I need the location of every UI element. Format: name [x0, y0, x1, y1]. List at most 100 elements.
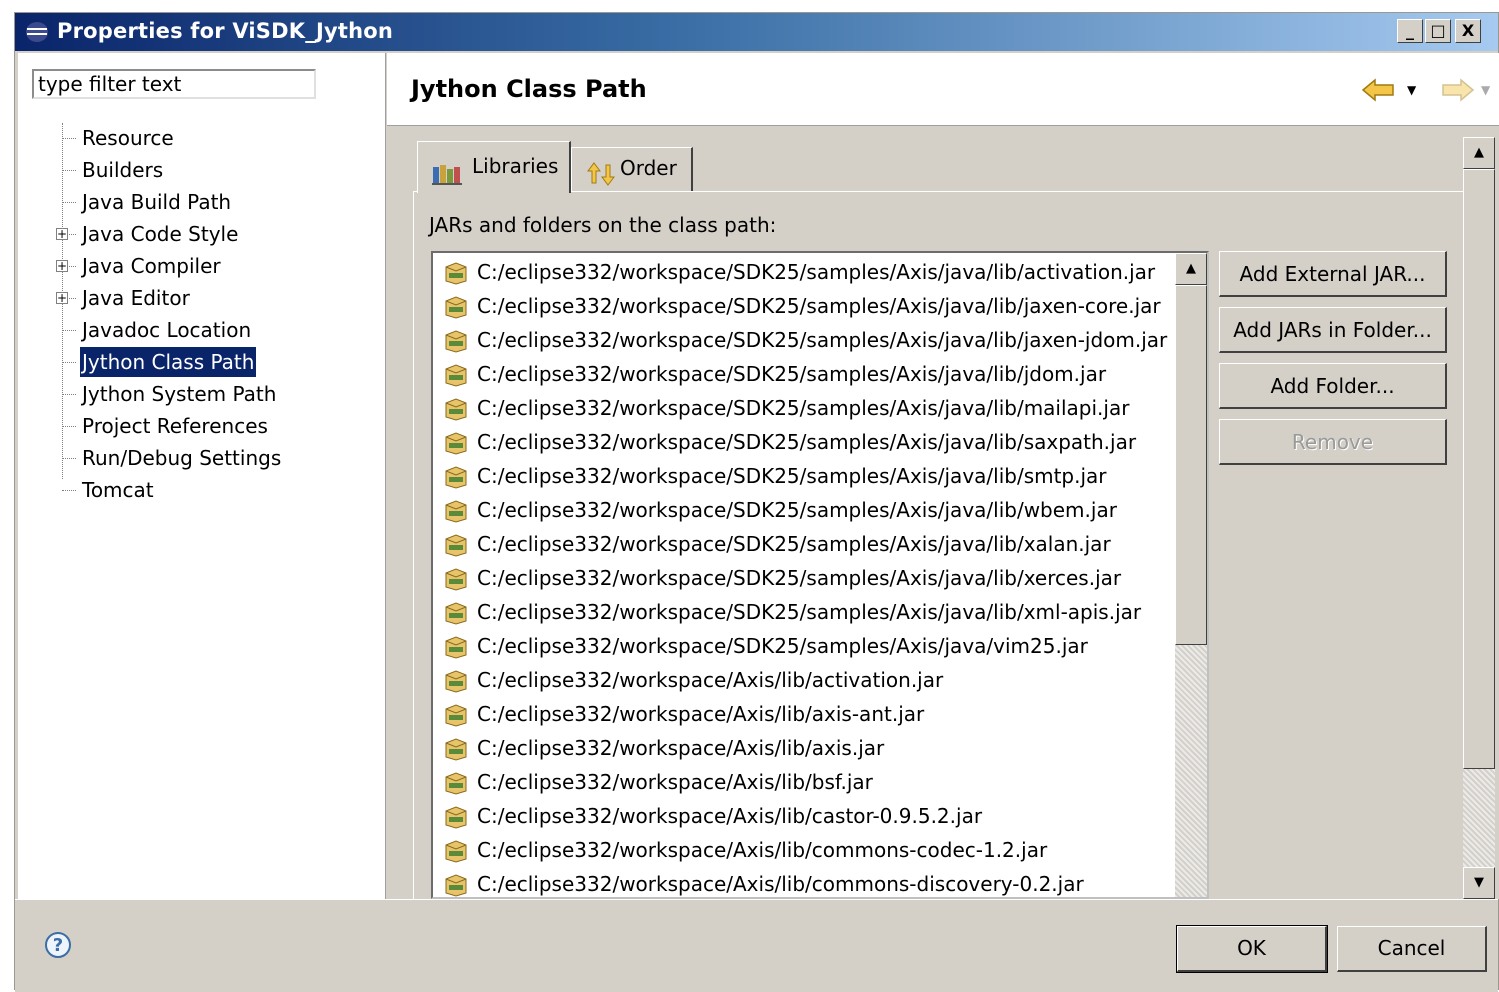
- jar-icon: [443, 839, 469, 873]
- back-arrow-icon[interactable]: [1361, 77, 1395, 108]
- page-scroll-thumb[interactable]: [1463, 169, 1495, 769]
- minimize-button[interactable]: _: [1397, 19, 1423, 43]
- jar-icon: [443, 805, 469, 839]
- jar-icon: [443, 397, 469, 431]
- classpath-entry: C:/eclipse332/workspace/SDK25/samples/Ax…: [477, 464, 1107, 488]
- page-scrollbar[interactable]: ▲ ▼: [1463, 137, 1495, 899]
- jar-icon: [443, 601, 469, 635]
- window-title: Properties for ViSDK_Jython: [57, 19, 394, 43]
- forward-arrow-icon[interactable]: [1441, 77, 1475, 108]
- tree-connector: [62, 362, 76, 363]
- properties-window: Properties for ViSDK_Jython _ □ X type f…: [14, 12, 1499, 992]
- dialog-button-bar: ? OK Cancel: [15, 899, 1498, 992]
- forward-dropdown-icon[interactable]: ▼: [1481, 83, 1490, 97]
- scroll-up-button[interactable]: ▲: [1175, 253, 1207, 285]
- back-dropdown-icon[interactable]: ▼: [1407, 83, 1416, 97]
- tree-item[interactable]: Project References: [80, 411, 270, 441]
- jar-icon: [443, 737, 469, 771]
- list-scrollbar[interactable]: ▲: [1175, 253, 1207, 897]
- classpath-entry: C:/eclipse332/workspace/SDK25/samples/Ax…: [477, 600, 1142, 624]
- jar-icon: [443, 295, 469, 329]
- tree-item[interactable]: Resource: [80, 123, 176, 153]
- tree-connector: [62, 330, 76, 331]
- classpath-entry: C:/eclipse332/workspace/Axis/lib/commons…: [477, 838, 1048, 862]
- tree-connector: [62, 170, 76, 171]
- expand-icon[interactable]: +: [56, 260, 68, 272]
- classpath-entry: C:/eclipse332/workspace/SDK25/samples/Ax…: [477, 634, 1088, 658]
- tree-item[interactable]: Java Build Path: [80, 187, 233, 217]
- add-external-jar-button[interactable]: Add External JAR...: [1219, 251, 1447, 297]
- tree-item[interactable]: Jython System Path: [80, 379, 278, 409]
- add-folder-button[interactable]: Add Folder...: [1219, 363, 1447, 409]
- jar-icon: [443, 771, 469, 805]
- jar-icon: [443, 329, 469, 363]
- tree-connector: [62, 202, 76, 203]
- classpath-entry: C:/eclipse332/workspace/SDK25/samples/Ax…: [477, 328, 1168, 352]
- close-button[interactable]: X: [1455, 19, 1481, 43]
- classpath-entry: C:/eclipse332/workspace/SDK25/samples/Ax…: [477, 532, 1111, 556]
- title-bar[interactable]: Properties for ViSDK_Jython _ □ X: [15, 13, 1498, 51]
- jar-icon: [443, 567, 469, 601]
- tab-order[interactable]: Order: [571, 147, 693, 191]
- tree-connector: [62, 490, 76, 491]
- tree-item[interactable]: Jython Class Path: [78, 346, 258, 378]
- classpath-entry: C:/eclipse332/workspace/Axis/lib/bsf.jar: [477, 770, 873, 794]
- classpath-entry: C:/eclipse332/workspace/Axis/lib/axis-an…: [477, 702, 925, 726]
- eclipse-icon: [25, 21, 49, 43]
- property-page: Jython Class Path ▼ ▼ Libraries Order JA…: [387, 53, 1499, 904]
- jar-icon: [443, 533, 469, 567]
- classpath-list[interactable]: C:/eclipse332/workspace/SDK25/samples/Ax…: [431, 251, 1209, 899]
- remove-button[interactable]: Remove: [1219, 419, 1447, 465]
- tree-item[interactable]: Java Compiler: [80, 251, 223, 281]
- page-title: Jython Class Path: [411, 75, 647, 103]
- page-scroll-down-button[interactable]: ▼: [1463, 867, 1495, 899]
- jar-icon: [443, 261, 469, 295]
- tab-libraries[interactable]: Libraries: [417, 141, 571, 193]
- help-icon[interactable]: ?: [45, 932, 71, 958]
- classpath-entry: C:/eclipse332/workspace/Axis/lib/commons…: [477, 872, 1084, 896]
- jar-icon: [443, 465, 469, 499]
- classpath-entry: C:/eclipse332/workspace/SDK25/samples/Ax…: [477, 430, 1137, 454]
- tab-libraries-label: Libraries: [472, 154, 559, 178]
- order-icon: [586, 160, 618, 200]
- jar-icon: [443, 499, 469, 533]
- scroll-thumb[interactable]: [1175, 285, 1207, 645]
- tree-item[interactable]: Java Code Style: [80, 219, 240, 249]
- tree-item[interactable]: Builders: [80, 155, 165, 185]
- list-caption: JARs and folders on the class path:: [429, 213, 777, 237]
- classpath-entry: C:/eclipse332/workspace/Axis/lib/activat…: [477, 668, 944, 692]
- library-icon: [432, 158, 462, 198]
- classpath-entry: C:/eclipse332/workspace/SDK25/samples/Ax…: [477, 396, 1130, 420]
- jar-icon: [443, 669, 469, 703]
- cancel-button[interactable]: Cancel: [1337, 926, 1487, 972]
- maximize-button[interactable]: □: [1425, 19, 1451, 43]
- jar-icon: [443, 363, 469, 397]
- classpath-entry: C:/eclipse332/workspace/SDK25/samples/Ax…: [477, 260, 1156, 284]
- tab-order-label: Order: [620, 156, 677, 180]
- classpath-entry: C:/eclipse332/workspace/SDK25/samples/Ax…: [477, 294, 1161, 318]
- classpath-entry: C:/eclipse332/workspace/SDK25/samples/Ax…: [477, 566, 1122, 590]
- tree-connector: [62, 426, 76, 427]
- classpath-entry: C:/eclipse332/workspace/SDK25/samples/Ax…: [477, 362, 1107, 386]
- tree-item[interactable]: Tomcat: [80, 475, 156, 505]
- jar-icon: [443, 431, 469, 465]
- tree-item[interactable]: Run/Debug Settings: [80, 443, 283, 473]
- jar-icon: [443, 703, 469, 737]
- filter-input[interactable]: type filter text: [32, 69, 316, 99]
- tree-connector: [62, 458, 76, 459]
- tree-item[interactable]: Java Editor: [80, 283, 192, 313]
- tree-connector: [62, 138, 76, 139]
- tree-connector: [62, 394, 76, 395]
- jar-icon: [443, 635, 469, 669]
- classpath-entry: C:/eclipse332/workspace/SDK25/samples/Ax…: [477, 498, 1117, 522]
- page-scroll-up-button[interactable]: ▲: [1463, 137, 1495, 169]
- expand-icon[interactable]: +: [56, 228, 68, 240]
- classpath-entry: C:/eclipse332/workspace/Axis/lib/axis.ja…: [477, 736, 885, 760]
- jar-icon: [443, 873, 469, 897]
- navigation-pane: type filter text Resource Builders Java Bu…: [18, 53, 386, 899]
- expand-icon[interactable]: +: [56, 292, 68, 304]
- ok-button[interactable]: OK: [1176, 925, 1328, 973]
- tree-item[interactable]: Javadoc Location: [80, 315, 253, 345]
- add-jars-in-folder-button[interactable]: Add JARs in Folder...: [1219, 307, 1447, 353]
- page-header: Jython Class Path ▼ ▼: [387, 53, 1499, 126]
